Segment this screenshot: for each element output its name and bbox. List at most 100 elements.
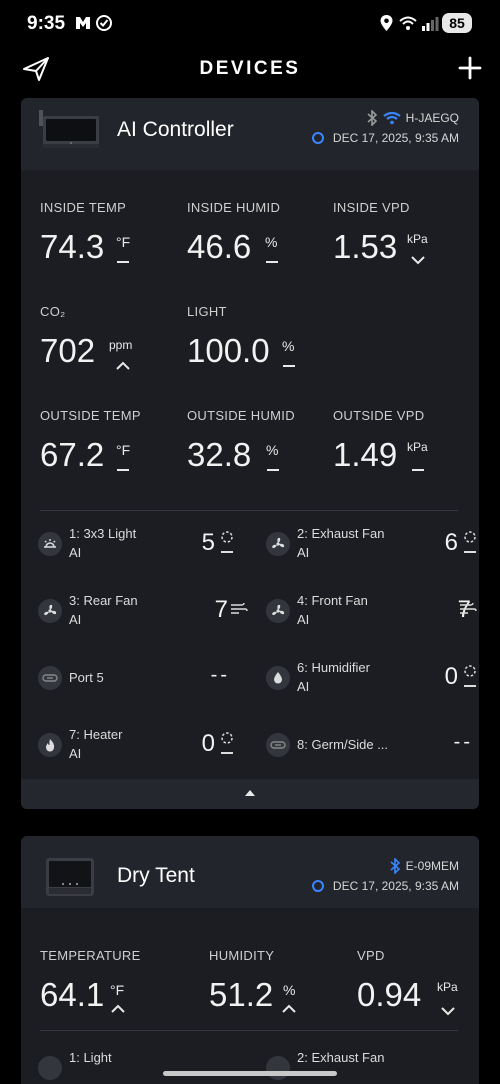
device-id: H-JAEGQ xyxy=(405,111,459,125)
metric-inside-humid[interactable]: INSIDE HUMID 46.6 % xyxy=(187,200,281,265)
metric-value: 74.3 xyxy=(40,228,105,265)
metric-humidity[interactable]: HUMIDITY 51.2 % xyxy=(209,948,296,1013)
port-1[interactable]: 1: 3x3 Light AI 5 xyxy=(38,526,248,570)
metric-label: OUTSIDE HUMID xyxy=(187,408,295,423)
device-timestamp: DEC 17, 2025, 9:35 AM xyxy=(332,131,459,145)
page-title: DEVICES xyxy=(199,58,301,79)
device-card-header[interactable]: AI Controller H-JAEGQ DEC 17, 2025, 9:35… xyxy=(21,98,479,170)
port-mode: AI xyxy=(297,612,310,627)
port-level: 7 xyxy=(214,596,228,623)
device-id: E-09MEM xyxy=(405,859,459,873)
metric-inside-temp[interactable]: INSIDE TEMP 74.3 °F xyxy=(40,200,130,265)
trend-steady-icon xyxy=(117,261,129,263)
wifi-icon xyxy=(399,16,417,30)
metric-co2[interactable]: CO₂ 702 ppm xyxy=(40,304,132,370)
bluetooth-connected-icon xyxy=(390,858,400,874)
metric-label: INSIDE TEMP xyxy=(40,200,127,215)
port-name: 6: Humidifier xyxy=(297,660,370,675)
metric-unit: °F xyxy=(116,234,131,250)
metric-inside-vpd[interactable]: INSIDE VPD 1.53 kPa xyxy=(333,200,428,265)
metric-outside-humid[interactable]: OUTSIDE HUMID 32.8 % xyxy=(187,408,295,473)
metric-value: 702 xyxy=(40,332,96,369)
port-4[interactable]: 4: Front Fan AI 7 xyxy=(266,593,477,637)
port-name: 7: Heater xyxy=(69,727,123,742)
port-2[interactable]: 2: Exhaust Fan AI 6 xyxy=(266,526,476,570)
flame-icon xyxy=(38,733,62,757)
port-1[interactable]: 1: Light xyxy=(38,1050,248,1084)
metric-unit: ppm xyxy=(109,338,133,352)
signal-icon xyxy=(422,17,439,31)
trend-up-icon xyxy=(116,361,130,370)
port-level: 0 xyxy=(201,730,215,757)
device-name: Dry Tent xyxy=(117,864,195,887)
device-timestamp: DEC 17, 2025, 9:35 AM xyxy=(332,879,459,893)
device-meta: H-JAEGQ DEC 17, 2025, 9:35 AM xyxy=(311,108,459,148)
clock-icon xyxy=(311,132,324,144)
fan-icon xyxy=(266,532,290,556)
metric-value: 1.49 xyxy=(333,436,398,473)
metric-outside-temp[interactable]: OUTSIDE TEMP 67.2 °F xyxy=(40,408,141,473)
metric-vpd[interactable]: VPD 0.94 kPa xyxy=(357,948,458,1016)
metric-unit: kPa xyxy=(407,440,428,454)
device-list: AI Controller H-JAEGQ DEC 17, 2025, 9:35… xyxy=(0,98,500,1084)
port-6[interactable]: 6: Humidifier AI 0 xyxy=(266,660,476,704)
metric-temperature[interactable]: TEMPERATURE 64.1 °F xyxy=(40,948,141,1013)
metric-value: 0.94 xyxy=(357,976,422,1013)
port-mode: AI xyxy=(69,612,82,627)
droplet-icon xyxy=(266,666,290,690)
port-3[interactable]: 3: Rear Fan AI 7 xyxy=(38,593,248,637)
add-device-button[interactable] xyxy=(456,54,484,82)
metric-label: OUTSIDE VPD xyxy=(333,408,425,423)
trend-down-icon xyxy=(411,256,425,265)
port-7[interactable]: 7: Heater AI 0 xyxy=(38,727,248,771)
collapse-ports-button[interactable] xyxy=(21,779,479,809)
status-time: 9:35 xyxy=(27,13,66,34)
airflow-icon xyxy=(231,602,248,614)
metric-unit: % xyxy=(283,982,296,998)
port-name: 2: Exhaust Fan xyxy=(297,526,385,541)
port-5[interactable]: Port 5 -- xyxy=(38,660,248,704)
metric-value: 51.2 xyxy=(209,976,274,1013)
port-mode: AI xyxy=(69,545,82,560)
metric-value: 46.6 xyxy=(187,228,252,265)
metric-value: 67.2 xyxy=(40,436,105,473)
device-card-dry-tent[interactable]: Dry Tent E-09MEM DEC 17, 2025, 9:35 AM T… xyxy=(21,836,479,1084)
metric-outside-vpd[interactable]: OUTSIDE VPD 1.49 kPa xyxy=(333,408,428,473)
idle-status-icon xyxy=(464,531,476,553)
plug-icon xyxy=(38,666,62,690)
fan-icon xyxy=(38,599,62,623)
trend-steady-icon xyxy=(267,469,279,471)
status-bar: 9:35 85 xyxy=(0,0,500,48)
metric-label: LIGHT xyxy=(187,304,227,319)
bluetooth-icon xyxy=(367,110,377,126)
metric-value: 64.1 xyxy=(40,976,105,1013)
trend-steady-icon xyxy=(117,469,129,471)
port-8[interactable]: 8: Germ/Side ... -- xyxy=(266,727,476,771)
port-level: 6 xyxy=(444,529,458,556)
port-2[interactable]: 2: Exhaust Fan xyxy=(266,1050,476,1084)
metric-label: OUTSIDE TEMP xyxy=(40,408,141,423)
metric-label: HUMIDITY xyxy=(209,948,275,963)
clock-icon xyxy=(311,880,324,892)
metric-light[interactable]: LIGHT 100.0 % xyxy=(187,304,295,369)
metric-value: 1.53 xyxy=(333,228,398,265)
port-level: -- xyxy=(210,664,230,686)
metric-label: INSIDE VPD xyxy=(333,200,410,215)
device-card-header[interactable]: Dry Tent E-09MEM DEC 17, 2025, 9:35 AM xyxy=(21,836,479,908)
port-mode: AI xyxy=(69,746,82,761)
fan-icon xyxy=(266,599,290,623)
port-mode: AI xyxy=(297,679,310,694)
metric-unit: % xyxy=(266,442,279,458)
device-card-ai-controller[interactable]: AI Controller H-JAEGQ DEC 17, 2025, 9:35… xyxy=(21,98,479,809)
home-indicator[interactable] xyxy=(163,1071,337,1076)
port-name: 1: Light xyxy=(69,1050,112,1065)
device-meta: E-09MEM DEC 17, 2025, 9:35 AM xyxy=(311,856,459,896)
check-circle-icon xyxy=(96,15,112,31)
metric-unit: % xyxy=(265,234,278,250)
wifi-connected-icon xyxy=(382,111,401,125)
idle-status-icon xyxy=(464,665,476,687)
port-name: 3: Rear Fan xyxy=(69,593,138,608)
port-level: 5 xyxy=(201,529,215,556)
controller-device-image xyxy=(39,110,99,148)
metric-label: INSIDE HUMID xyxy=(187,200,281,215)
